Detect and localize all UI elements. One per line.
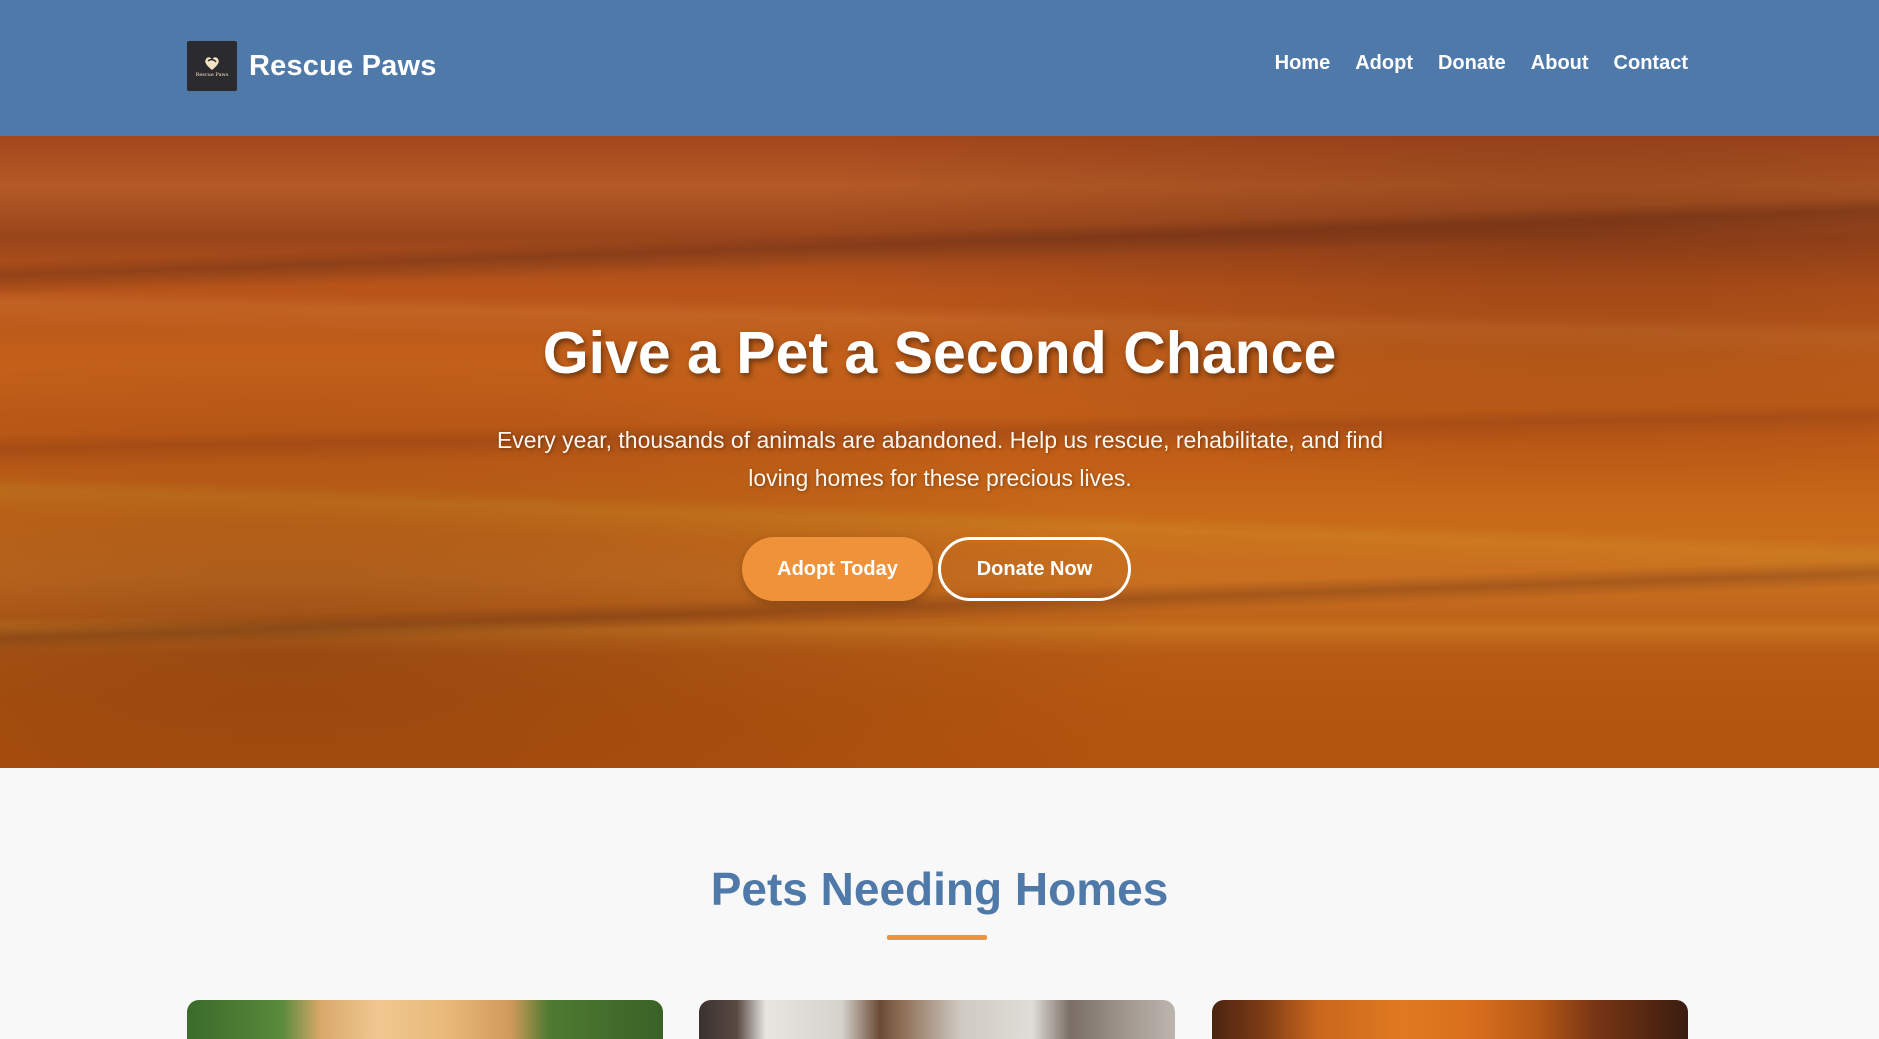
donate-now-button[interactable]: Donate Now <box>938 537 1131 601</box>
pet-card-photo[interactable] <box>699 1000 1175 1039</box>
section-title: Pets Needing Homes <box>710 863 1169 915</box>
nav-item-about[interactable]: About <box>1531 52 1589 75</box>
main-nav: Home Adopt Donate About Contact <box>1275 52 1688 75</box>
hero-subtitle: Every year, thousands of animals are aba… <box>496 427 1384 491</box>
brand[interactable]: Rescue Paws Rescue Paws <box>187 41 437 91</box>
logo-text: Rescue Paws <box>195 71 229 78</box>
nav-item-home[interactable]: Home <box>1275 52 1331 75</box>
nav-item-donate[interactable]: Donate <box>1438 52 1506 75</box>
logo[interactable]: Rescue Paws <box>187 41 237 91</box>
site-header: Rescue Paws Rescue Paws Home Adopt Donat… <box>0 0 1879 136</box>
pet-card-photo[interactable] <box>187 1000 663 1039</box>
hero-banner: Give a Pet a Second Chance Every year, t… <box>0 136 1879 768</box>
pet-card-photo[interactable] <box>1212 1000 1688 1039</box>
nav-item-contact[interactable]: Contact <box>1614 52 1688 75</box>
section-divider <box>887 935 987 940</box>
hero-title: Give a Pet a Second Chance <box>542 320 1337 386</box>
adopt-today-button[interactable]: Adopt Today <box>742 537 933 601</box>
nav-item-adopt[interactable]: Adopt <box>1355 52 1413 75</box>
paw-heart-icon <box>205 56 219 70</box>
brand-name[interactable]: Rescue Paws <box>249 50 437 83</box>
